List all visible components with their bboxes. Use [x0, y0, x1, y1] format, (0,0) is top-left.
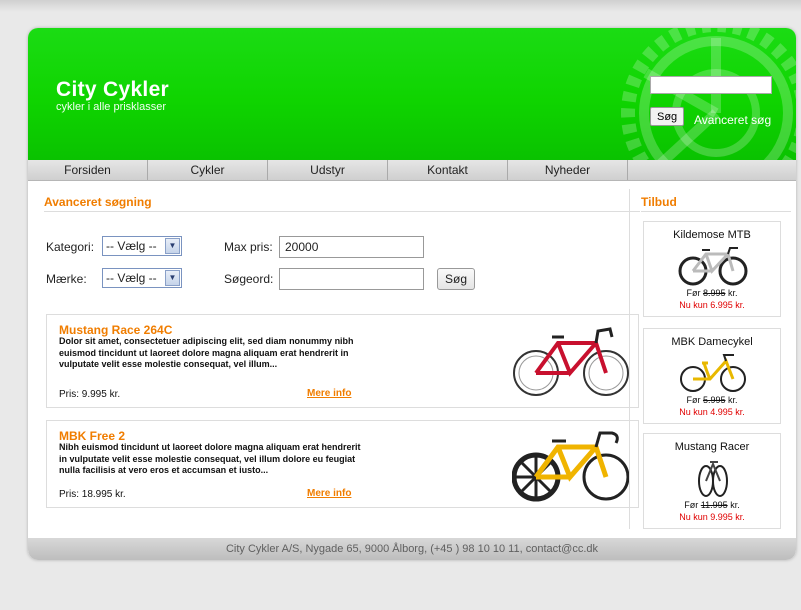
nav-item-nyheder[interactable]: Nyheder: [508, 160, 628, 180]
product-title[interactable]: MBK Free 2: [59, 429, 125, 443]
product-card: MBK Free 2 Nibh euismod tincidunt ut lao…: [46, 420, 639, 508]
search-divider: [44, 211, 640, 212]
city-bike-image: [680, 354, 746, 392]
site-footer: City Cykler A/S, Nygade 65, 9000 Ålborg,…: [28, 538, 796, 560]
mountain-bike-image: [678, 247, 748, 286]
chainring-icon: [621, 28, 796, 178]
offer-before-price: Før 11.995 kr.: [684, 500, 740, 510]
offer-name: Mustang Racer: [674, 441, 750, 453]
sidebar-divider: [629, 189, 630, 529]
offers-divider: [641, 211, 791, 212]
brand-label: Mærke:: [46, 272, 87, 286]
product-price: Pris: 18.995 kr.: [59, 489, 126, 500]
product-title[interactable]: Mustang Race 264C: [59, 323, 172, 337]
product-description: Dolor sit amet, consectetuer adipiscing …: [59, 336, 354, 369]
category-select[interactable]: -- Vælg -- ▼: [102, 236, 182, 256]
more-info-link[interactable]: Mere info: [307, 488, 351, 499]
product-card: Mustang Race 264C Dolor sit amet, consec…: [46, 314, 639, 408]
road-bike-image: [513, 327, 629, 396]
more-info-link[interactable]: Mere info: [307, 388, 351, 399]
nav-item-forsiden[interactable]: Forsiden: [28, 160, 148, 180]
racer-bike-image: [698, 461, 728, 497]
nav-item-udstyr[interactable]: Udstyr: [268, 160, 388, 180]
page-frame: City Cykler cykler i alle prisklasser Sø…: [28, 28, 796, 560]
chevron-down-icon: ▼: [165, 270, 180, 286]
keyword-input[interactable]: [279, 268, 424, 290]
track-bike-image: [512, 431, 630, 502]
category-label: Kategori:: [46, 240, 95, 254]
product-description: Nibh euismod tincidunt ut laoreet dolore…: [59, 442, 361, 475]
keyword-label: Søgeord:: [224, 272, 274, 286]
quick-search-button[interactable]: Søg: [650, 107, 685, 126]
offers-heading: Tilbud: [641, 195, 677, 209]
site-tagline: cykler i alle prisklasser: [56, 101, 167, 113]
product-price: Pris: 9.995 kr.: [59, 389, 121, 400]
chevron-down-icon: ▼: [165, 238, 180, 254]
offer-now-price: Nu kun 4.995 kr.: [679, 407, 745, 417]
main-content: Avanceret søgning Kategori: -- Vælg -- ▼…: [28, 181, 796, 538]
main-nav: Forsiden Cykler Udstyr Kontakt Nyheder: [28, 160, 796, 181]
top-shadow: [0, 0, 801, 12]
offer-card[interactable]: Mustang Racer Før 11.995 kr. Nu kun 9.99…: [643, 433, 781, 529]
category-select-value: -- Vælg --: [106, 239, 157, 253]
maxprice-input[interactable]: 20000: [279, 236, 424, 258]
offer-name: Kildemose MTB: [673, 229, 751, 241]
offer-before-price: Før 8.995 kr.: [686, 288, 738, 298]
search-heading: Avanceret søgning: [44, 195, 152, 209]
offer-before-price: Før 5.995 kr.: [686, 395, 738, 405]
quick-search-input[interactable]: [650, 76, 772, 94]
offer-card[interactable]: Kildemose MTB Før 8.995 kr. Nu kun 6.995…: [643, 221, 781, 317]
advanced-search-button[interactable]: Søg: [437, 268, 475, 290]
site-title: City Cykler: [56, 78, 170, 101]
advanced-search-link[interactable]: Avanceret søg: [694, 113, 771, 127]
brand-select[interactable]: -- Vælg -- ▼: [102, 268, 182, 288]
offer-now-price: Nu kun 9.995 kr.: [679, 512, 745, 522]
offer-card[interactable]: MBK Damecykel Før 5.995 kr. Nu kun 4.995…: [643, 328, 781, 424]
nav-item-cykler[interactable]: Cykler: [148, 160, 268, 180]
nav-item-kontakt[interactable]: Kontakt: [388, 160, 508, 180]
offer-now-price: Nu kun 6.995 kr.: [679, 300, 745, 310]
maxprice-label: Max pris:: [224, 240, 273, 254]
offer-name: MBK Damecykel: [671, 336, 753, 348]
brand-select-value: -- Vælg --: [106, 271, 157, 285]
site-header: City Cykler cykler i alle prisklasser Sø…: [28, 28, 796, 178]
